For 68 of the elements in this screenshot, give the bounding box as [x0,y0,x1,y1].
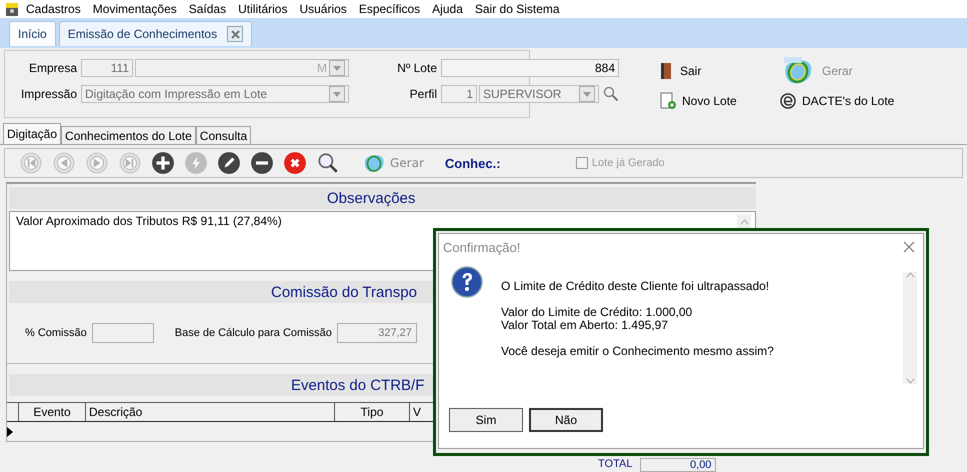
search-icon [316,151,340,175]
plus-icon [151,151,175,175]
first-record-icon [19,151,43,175]
field-label: Perfil [408,87,438,101]
menu-item[interactable]: Cadastros [20,2,87,16]
next-icon [85,151,109,175]
close-icon[interactable] [903,241,915,253]
add-button[interactable] [149,151,177,175]
print-mode-dropdown[interactable]: Digitação com Impressão em Lote [81,85,349,103]
scroll-down-icon[interactable] [906,378,914,384]
tab[interactable]: Conhecimentos do Lote [61,126,196,144]
menu-item[interactable]: Específicos [352,2,426,16]
total-label: TOTAL [598,458,632,472]
dialog-button[interactable]: Não [529,408,603,432]
dialog-title: Confirmação! [443,240,520,254]
new-button[interactable]: Novo Lote [660,88,780,114]
base-value-field[interactable]: 327,27 [336,323,417,343]
document-tab[interactable]: Início [9,21,56,46]
row-pointer-icon [7,426,13,436]
pencil-icon [217,151,241,175]
minus-icon [250,151,274,175]
profile-dropdown[interactable]: SUPERVISOR [479,85,599,103]
column-header: Descrição [86,403,335,421]
field-label: Impressão [20,87,78,101]
scrollbar[interactable] [903,272,917,384]
tab[interactable]: Digitação [3,123,62,144]
dialog-message: Valor do Limite de Crédito: 1.000,00 Valor Total em Aberto: 1.495,97 [501,306,694,332]
exit-button[interactable]: Sair [660,54,780,88]
scroll-up-icon[interactable] [906,272,914,278]
close-icon[interactable] [227,26,244,42]
menu-item[interactable]: Movimentações [86,2,183,16]
conhec-label: Conhec.: [444,156,502,170]
field-label: Nº Lote [396,61,438,75]
door-icon [660,62,674,80]
company-code-field[interactable]: 111 [81,59,133,77]
dacte-button[interactable]: DACTE's do Lote [780,88,900,114]
column-header: Evento [19,403,86,421]
last-record-icon [118,151,142,175]
commission-field[interactable] [92,323,154,343]
app-logo-icon [4,1,20,17]
menu-item[interactable]: Sair do Sistema [468,2,566,16]
menu-item[interactable]: Saídas [182,2,232,16]
menu-item[interactable]: Ajuda [426,2,469,16]
batch-number-field[interactable]: 884 [441,59,619,77]
menu-item[interactable]: Utilitários [232,2,294,16]
e-icon [780,93,796,109]
previous-icon [52,151,76,175]
field-label: % Comissão [25,327,87,339]
field-label: Empresa [28,61,78,75]
profile-code-field[interactable]: 1 [441,85,477,103]
scroll-up-icon[interactable] [740,219,748,225]
dialog-message: Você deseja emitir o Conhecimento mesmo assim? [501,345,775,358]
question-icon [451,266,483,298]
remove-button[interactable] [248,151,276,175]
cancel-icon [283,151,307,175]
cancel-button[interactable] [281,151,309,175]
document-tab[interactable]: Emissão de Conhecimentos [58,21,252,46]
menu-item[interactable]: Usuários [293,2,353,16]
total-value: 0,00 [640,458,716,472]
column-header: Tipo [335,403,410,421]
field-label: Base de Cálculo para Comissão [174,327,332,339]
tab[interactable]: Consulta [196,126,252,144]
new-document-icon [660,92,676,110]
edit-button[interactable] [215,151,243,175]
search-icon[interactable] [603,86,619,102]
section-title: Observações [9,187,756,209]
lightning-icon [184,151,208,175]
dialog-button[interactable]: Sim [449,408,523,432]
